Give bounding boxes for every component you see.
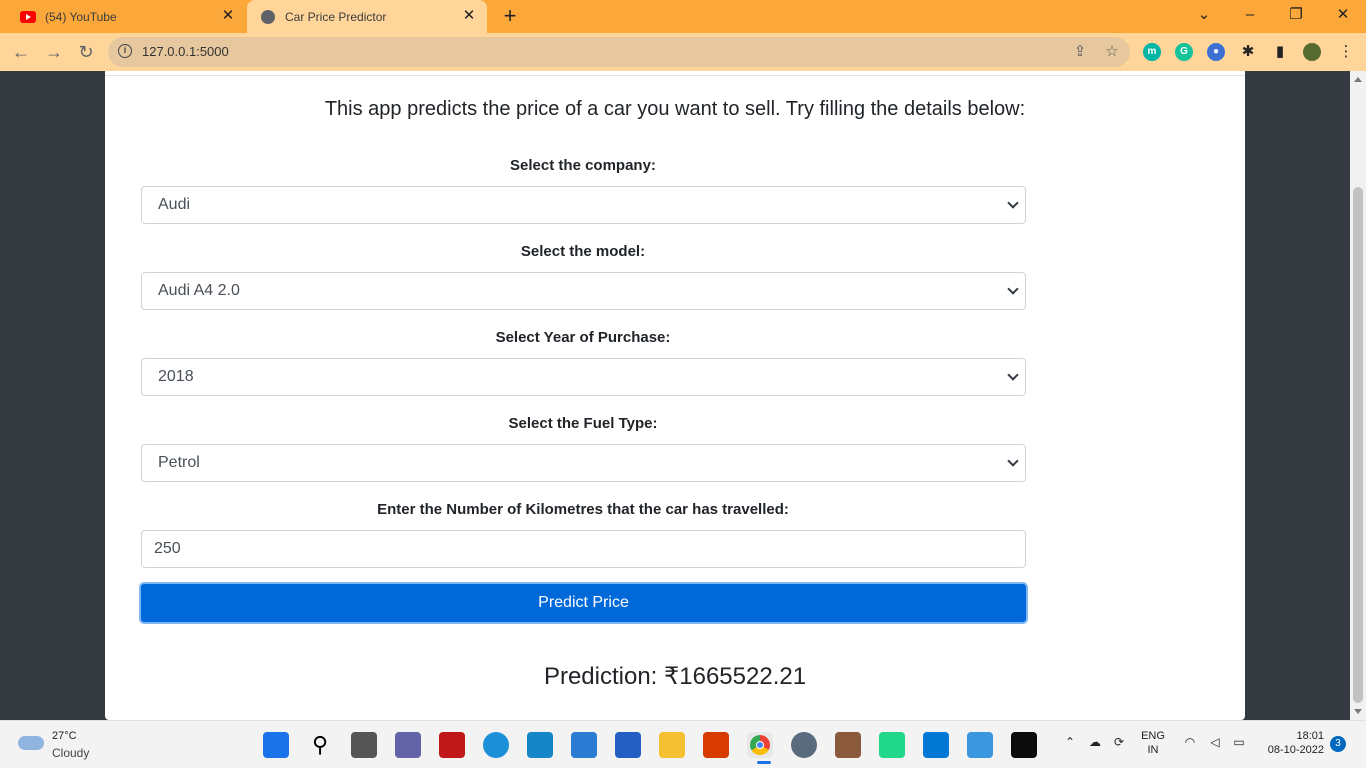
settings-gear-icon[interactable] [791,732,817,758]
office-icon[interactable] [703,732,729,758]
search-icon[interactable]: ⚲ [307,732,333,758]
tab-title: Car Price Predictor [285,9,387,24]
cloud-icon[interactable] [18,736,44,750]
volume-icon[interactable]: ◁ [1206,735,1224,749]
tab-strip: (54) YouTube ✕ Car Price Predictor ✕ + ⌄… [0,0,1366,33]
battery-icon[interactable]: ▭ [1230,735,1248,749]
chevron-down-icon [1007,455,1019,467]
close-tab-icon[interactable]: ✕ [461,8,477,24]
kilometres-input[interactable]: 250 [141,530,1026,568]
browser-toolbar: ← → ↻ i 127.0.0.1:5000 ⇪ ☆ m G ● ✱ ▮ ⋮ [0,33,1366,71]
tab-car-price-predictor[interactable]: Car Price Predictor ✕ [247,0,487,33]
chevron-down-icon [1007,369,1019,381]
tab-youtube[interactable]: (54) YouTube ✕ [8,0,246,33]
file-explorer-icon[interactable] [659,732,685,758]
prediction-result: Prediction: ₹1665522.21 [105,662,1245,691]
side-panel-icon[interactable]: ▮ [1270,42,1290,62]
extension-shield-icon[interactable]: ● [1207,43,1225,61]
weather-temperature[interactable]: 27°C [52,730,77,742]
page-headline: This app predicts the price of a car you… [324,98,1026,120]
reload-button[interactable]: ↻ [75,41,97,63]
scrollbar-thumb[interactable] [1353,187,1363,703]
company-select[interactable]: Audi [141,186,1026,224]
mail-icon[interactable] [571,732,597,758]
prediction-text: Prediction: ₹1665522.21 [543,663,807,690]
task-view-icon[interactable] [351,732,377,758]
vscode-icon[interactable] [923,732,949,758]
weather-description[interactable]: Cloudy [52,746,89,760]
chrome-active-indicator [757,761,771,764]
language-code: ENG [1141,730,1165,742]
predictor-card: This app predicts the price of a car you… [105,71,1245,720]
model-select-value: Audi A4 2.0 [158,282,240,299]
l-app-icon[interactable] [527,732,553,758]
tab-title: (54) YouTube [45,9,117,24]
year-select-value: 2018 [158,368,194,385]
terminal-icon[interactable] [1011,732,1037,758]
sync-icon[interactable]: ⟳ [1110,735,1128,749]
model-select[interactable]: Audi A4 2.0 [141,272,1026,310]
extension-m-icon[interactable]: m [1143,43,1161,61]
card-divider [105,75,1245,76]
share-icon[interactable]: ⇪ [1070,42,1090,60]
predict-price-button[interactable]: Predict Price [139,582,1028,624]
grammarly-icon[interactable]: G [1175,43,1193,61]
year-select[interactable]: 2018 [141,358,1026,396]
clock-date: 08-10-2022 [1267,744,1324,756]
windows-taskbar: 27°C Cloudy ⚲ ⌃ ☁ ⟳ ENG IN ◠ ◁ ▭ 18:01 0… [0,720,1366,768]
url-text: 127.0.0.1:5000 [142,44,229,59]
address-bar[interactable]: i 127.0.0.1:5000 ⇪ ☆ [108,37,1130,67]
profile-avatar[interactable] [1303,43,1321,61]
page-scrollbar[interactable] [1350,71,1366,720]
notification-badge[interactable]: 3 [1330,736,1346,752]
year-label: Select Year of Purchase: [495,329,671,346]
photos-icon[interactable] [835,732,861,758]
close-window-button[interactable]: ✕ [1333,5,1353,25]
globe-icon [260,9,276,24]
clock[interactable]: 18:01 08-10-2022 [1258,730,1324,756]
model-label: Select the model: [520,243,646,260]
wifi-icon[interactable]: ◠ [1181,735,1199,749]
language-indicator[interactable]: ENG IN [1139,730,1167,756]
restore-button[interactable]: ❐ [1286,5,1306,25]
clock-time: 18:01 [1296,730,1324,742]
teams-chat-icon[interactable] [395,732,421,758]
page-viewport: This app predicts the price of a car you… [0,71,1350,720]
bookmark-star-icon[interactable]: ☆ [1102,42,1122,60]
scroll-up-icon[interactable] [1354,77,1362,82]
new-tab-button[interactable]: + [498,4,522,28]
company-select-value: Audi [158,196,191,213]
chrome-icon[interactable] [747,732,773,758]
onedrive-icon[interactable]: ☁ [1086,735,1104,749]
notepad-icon[interactable] [967,732,993,758]
fuel-label: Select the Fuel Type: [508,415,658,432]
language-region: IN [1147,744,1159,756]
fuel-select-value: Petrol [158,454,200,471]
extensions-puzzle-icon[interactable]: ✱ [1238,42,1258,62]
pycharm-icon[interactable] [879,732,905,758]
edge-icon[interactable] [483,732,509,758]
minimize-button[interactable]: – [1240,5,1260,25]
store-icon[interactable] [615,732,641,758]
scroll-down-icon[interactable] [1354,709,1362,714]
forward-button[interactable]: → [43,41,65,63]
mcafee-icon[interactable] [439,732,465,758]
kilometres-label: Enter the Number of Kilometres that the … [377,501,789,518]
chevron-up-icon[interactable]: ⌃ [1062,735,1078,749]
windows-start-icon[interactable] [263,732,289,758]
menu-kebab-icon[interactable]: ⋮ [1336,42,1356,62]
chevron-down-icon [1007,283,1019,295]
fuel-select[interactable]: Petrol [141,444,1026,482]
back-button[interactable]: ← [10,41,32,63]
company-label: Select the company: [510,157,656,174]
close-tab-icon[interactable]: ✕ [220,8,236,24]
tab-search-icon[interactable]: ⌄ [1194,5,1214,25]
youtube-icon [20,10,36,23]
chevron-down-icon [1007,197,1019,209]
site-info-icon[interactable]: i [118,44,132,58]
